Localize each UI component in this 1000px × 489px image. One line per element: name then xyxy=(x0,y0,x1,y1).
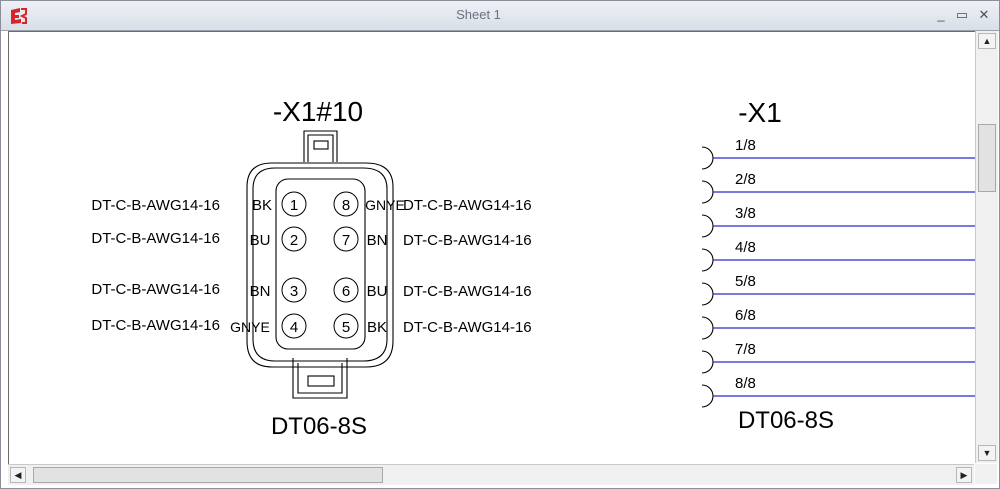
pin-color: BK xyxy=(252,197,272,214)
left-connector-housing[interactable] xyxy=(246,130,394,399)
horizontal-scroll-thumb[interactable] xyxy=(33,467,383,483)
sheet-window: Sheet 1 _ ▭ ✕ -X1#10 1 BK DT-C-B-AWG14-1… xyxy=(0,0,1000,489)
pin-2[interactable]: 2 BU DT-C-B-AWG14-16 xyxy=(91,226,307,252)
right-pin-6[interactable]: 6/8 xyxy=(701,307,975,340)
pin-label: 6/8 xyxy=(735,307,756,324)
left-connector-name: -X1#10 xyxy=(273,96,363,127)
wire-label: DT-C-B-AWG14-16 xyxy=(91,197,220,214)
scroll-right-button[interactable]: ▶ xyxy=(956,467,972,483)
left-connector-pins: 1 BK DT-C-B-AWG14-16 2 BU DT-C-B-AWG14-1… xyxy=(91,191,532,339)
pin-number: 7 xyxy=(342,232,350,249)
wire-label: DT-C-B-AWG14-16 xyxy=(403,197,532,214)
pin-color: BN xyxy=(250,283,271,300)
scroll-left-button[interactable]: ◀ xyxy=(10,467,26,483)
pin-7[interactable]: 7 BN DT-C-B-AWG14-16 xyxy=(333,226,532,252)
pin-socket-arc xyxy=(701,350,714,374)
right-connector-name: -X1 xyxy=(738,97,782,128)
pin-label: 5/8 xyxy=(735,273,756,290)
wire-label: DT-C-B-AWG14-16 xyxy=(403,283,532,300)
right-pin-1[interactable]: 1/8 xyxy=(701,137,975,170)
wire-label: DT-C-B-AWG14-16 xyxy=(403,232,532,249)
right-pin-7[interactable]: 7/8 xyxy=(701,341,975,374)
wire-label: DT-C-B-AWG14-16 xyxy=(403,319,532,336)
pin-4[interactable]: 4 GNYE DT-C-B-AWG14-16 xyxy=(91,313,307,339)
schematic-drawing: -X1#10 1 BK DT-C-B-AWG14-16 2 BU DT-C-B-… xyxy=(91,96,975,440)
pin-number: 1 xyxy=(290,197,298,214)
right-pin-8[interactable]: 8/8 xyxy=(701,375,975,408)
close-button[interactable]: ✕ xyxy=(976,7,992,23)
scrollbar-corner xyxy=(975,464,997,484)
pin-socket-arc xyxy=(701,214,714,238)
pin-socket-arc xyxy=(701,146,714,170)
scroll-down-button[interactable]: ▼ xyxy=(978,445,996,461)
pin-label: 2/8 xyxy=(735,171,756,188)
maximize-button[interactable]: ▭ xyxy=(954,7,970,23)
pin-number: 3 xyxy=(290,283,298,300)
pin-label: 7/8 xyxy=(735,341,756,358)
pin-number: 2 xyxy=(290,232,298,249)
horizontal-scrollbar[interactable]: ◀ ▶ xyxy=(8,464,974,485)
pin-color: BK xyxy=(367,319,387,336)
pin-color: BN xyxy=(367,232,388,249)
vertical-scrollbar[interactable]: ▲ ▼ xyxy=(975,31,998,463)
pin-number: 5 xyxy=(342,319,350,336)
pin-socket-arc xyxy=(701,248,714,272)
right-connector-pins: 1/8 2/8 3/8 4/8 5/8 6/8 7/8 8/8 xyxy=(701,137,975,408)
pin-label: 8/8 xyxy=(735,375,756,392)
pin-color: BU xyxy=(250,232,271,249)
pin-3[interactable]: 3 BN DT-C-B-AWG14-16 xyxy=(91,277,307,303)
right-pin-5[interactable]: 5/8 xyxy=(701,273,975,306)
pin-8[interactable]: 8 GNYE DT-C-B-AWG14-16 xyxy=(333,191,532,217)
left-connector-part: DT06-8S xyxy=(271,413,367,440)
pin-6[interactable]: 6 BU DT-C-B-AWG14-16 xyxy=(333,277,532,303)
pin-number: 8 xyxy=(342,197,350,214)
pin-label: 3/8 xyxy=(735,205,756,222)
pin-1[interactable]: 1 BK DT-C-B-AWG14-16 xyxy=(91,191,307,217)
pin-5[interactable]: 5 BK DT-C-B-AWG14-16 xyxy=(333,313,532,339)
pin-number: 4 xyxy=(290,319,298,336)
wire-label: DT-C-B-AWG14-16 xyxy=(91,230,220,247)
pin-color: BU xyxy=(367,283,388,300)
vertical-scroll-thumb[interactable] xyxy=(978,124,996,192)
pin-label: 1/8 xyxy=(735,137,756,154)
pin-socket-arc xyxy=(701,384,714,408)
pin-number: 6 xyxy=(342,283,350,300)
minimize-button[interactable]: _ xyxy=(933,7,949,23)
pin-label: 4/8 xyxy=(735,239,756,256)
drawing-canvas[interactable]: -X1#10 1 BK DT-C-B-AWG14-16 2 BU DT-C-B-… xyxy=(8,31,975,464)
right-pin-3[interactable]: 3/8 xyxy=(701,205,975,238)
right-pin-4[interactable]: 4/8 xyxy=(701,239,975,272)
pin-socket-arc xyxy=(701,180,714,204)
window-title: Sheet 1 xyxy=(456,7,501,22)
scroll-up-button[interactable]: ▲ xyxy=(978,33,996,49)
pin-color: GNYE xyxy=(230,319,270,335)
right-connector-part: DT06-8S xyxy=(738,407,834,434)
pin-socket-arc xyxy=(701,316,714,340)
pin-color: GNYE xyxy=(365,197,405,213)
title-bar[interactable]: Sheet 1 _ ▭ ✕ xyxy=(1,1,999,31)
right-pin-2[interactable]: 2/8 xyxy=(701,171,975,204)
wire-label: DT-C-B-AWG14-16 xyxy=(91,281,220,298)
wire-label: DT-C-B-AWG14-16 xyxy=(91,317,220,334)
pin-socket-arc xyxy=(701,282,714,306)
